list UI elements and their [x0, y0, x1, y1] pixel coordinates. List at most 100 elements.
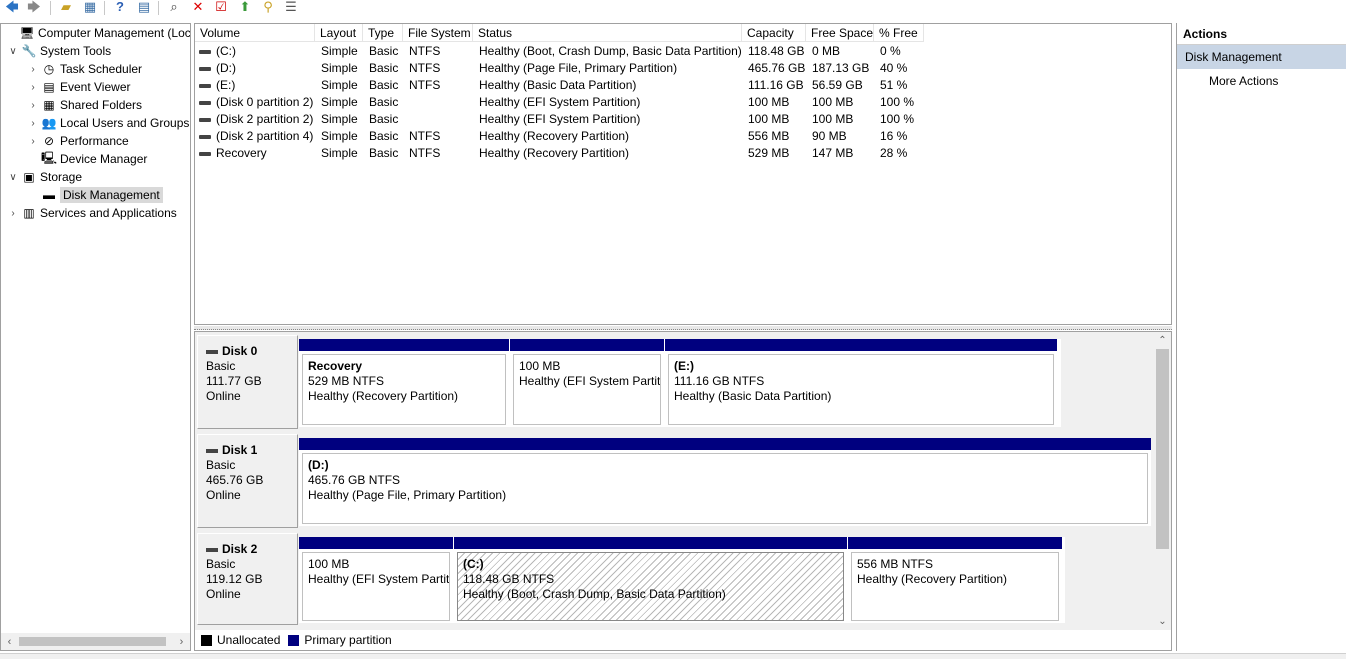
- chevron-down-icon[interactable]: ∨: [7, 46, 19, 57]
- table-cell: Simple: [321, 145, 363, 162]
- tree-task-scheduler[interactable]: › ◷ Task Scheduler: [27, 60, 142, 78]
- arrow-up-icon[interactable]: ⬆: [237, 0, 253, 14]
- tree-horizontal-scrollbar[interactable]: ‹ ›: [1, 633, 190, 650]
- disks-vertical-scrollbar[interactable]: ⌃ ⌄: [1154, 332, 1171, 630]
- partition-block[interactable]: Recovery 529 MB NTFS Healthy (Recovery Par…: [299, 339, 509, 427]
- disk-type: Basic: [206, 359, 236, 373]
- check-icon[interactable]: ☑: [213, 0, 229, 14]
- tree-item-label: Disk Management: [60, 187, 163, 203]
- table-row[interactable]: (Disk 2 partition 2) Simple Basic Healthy (…: [195, 111, 1171, 128]
- scroll-down-icon[interactable]: ⌄: [1154, 613, 1171, 630]
- tree-device-manager[interactable]: 🖳 Device Manager: [27, 150, 147, 168]
- tree-item-label: Local Users and Groups: [60, 116, 190, 130]
- system-tools-icon: 🔧: [21, 44, 37, 58]
- scroll-thumb[interactable]: [19, 637, 166, 646]
- properties-icon[interactable]: ▤: [136, 0, 152, 14]
- chevron-down-icon[interactable]: ∨: [7, 172, 19, 183]
- disk-label-1[interactable]: Disk 1 Basic 465.76 GB Online: [197, 434, 298, 528]
- column-header-layout[interactable]: Layout: [315, 24, 363, 42]
- tree-item-label: System Tools: [40, 44, 112, 58]
- cell-text: Basic: [369, 95, 399, 109]
- delete-icon[interactable]: ✕: [190, 0, 206, 14]
- chevron-right-icon[interactable]: ›: [27, 136, 39, 147]
- tree-performance[interactable]: › ⊘ Performance: [27, 132, 129, 150]
- connect-icon[interactable]: ⌕: [166, 0, 182, 14]
- partition-block[interactable]: 100 MB Healthy (EFI System Partiti: [510, 339, 664, 427]
- partition-block[interactable]: 556 MB NTFS Healthy (Recovery Partition): [848, 537, 1062, 623]
- chevron-right-icon[interactable]: ›: [27, 64, 39, 75]
- column-header--free[interactable]: % Free: [874, 24, 924, 42]
- chevron-right-icon[interactable]: ›: [27, 118, 39, 129]
- partition-size: 111.16 GB NTFS: [674, 374, 765, 388]
- cell-text: Healthy (Boot, Crash Dump, Basic Data Pa…: [479, 44, 742, 58]
- cell-text: 0 MB: [812, 44, 841, 58]
- chevron-right-icon[interactable]: ›: [7, 208, 19, 219]
- disk-name-text: Disk 0: [222, 344, 258, 358]
- list-icon[interactable]: ☰: [283, 0, 299, 14]
- partition-block[interactable]: (C:) 118.48 GB NTFS Healthy (Boot, Crash D…: [454, 537, 847, 623]
- back-icon[interactable]: 🡄: [4, 0, 20, 14]
- show-hide-tree-icon[interactable]: ▦: [82, 0, 98, 14]
- volume-icon: [199, 117, 211, 122]
- pane-splitter[interactable]: [194, 326, 1172, 330]
- scroll-right-icon[interactable]: ›: [173, 633, 190, 650]
- disk-label-2[interactable]: Disk 2 Basic 119.12 GB Online: [197, 533, 298, 625]
- table-cell: NTFS: [409, 60, 473, 77]
- cell-text: (Disk 2 partition 2): [216, 112, 313, 126]
- action-more-actions[interactable]: More Actions: [1177, 69, 1346, 93]
- actions-section-disk-management[interactable]: Disk Management: [1177, 45, 1346, 69]
- column-header-volume[interactable]: Volume: [195, 24, 315, 42]
- table-cell: 147 MB: [812, 145, 874, 162]
- tree-computer-management[interactable]: 🖥 Computer Management (Local: [5, 24, 190, 42]
- tree-system-tools[interactable]: ∨ 🔧 System Tools: [7, 42, 111, 60]
- column-header-type[interactable]: Type: [363, 24, 403, 42]
- search-icon[interactable]: ⚲: [260, 0, 276, 14]
- disk-label-0[interactable]: Disk 0 Basic 111.77 GB Online: [197, 335, 298, 429]
- legend-primary: Primary partition: [288, 633, 392, 647]
- tree-local-users-groups[interactable]: › 👥 Local Users and Groups: [27, 114, 189, 132]
- column-header-free-space[interactable]: Free Space: [806, 24, 874, 42]
- scroll-left-icon[interactable]: ‹: [1, 633, 18, 650]
- table-row[interactable]: (Disk 2 partition 4) Simple Basic NTFS Healt…: [195, 128, 1171, 145]
- table-row[interactable]: (E:) Simple Basic NTFS Healthy (Basic Data P…: [195, 77, 1171, 94]
- scroll-thumb[interactable]: [1156, 349, 1169, 549]
- column-header-capacity[interactable]: Capacity: [742, 24, 806, 42]
- table-cell: 56.59 GB: [812, 77, 874, 94]
- disk-icon: [206, 547, 218, 552]
- help-icon[interactable]: ?: [112, 0, 128, 14]
- partition-block[interactable]: (E:) 111.16 GB NTFS Healthy (Basic Data Pa…: [665, 339, 1057, 427]
- partition-type-bar: [665, 339, 1057, 351]
- tree-services-applications[interactable]: › ▥ Services and Applications: [7, 204, 176, 222]
- tree-event-viewer[interactable]: › ▤ Event Viewer: [27, 78, 130, 96]
- table-row[interactable]: (Disk 0 partition 2) Simple Basic Healthy (…: [195, 94, 1171, 111]
- chevron-right-icon[interactable]: ›: [27, 82, 39, 93]
- table-cell: (Disk 2 partition 4): [199, 128, 313, 145]
- chevron-right-icon[interactable]: ›: [27, 100, 39, 111]
- table-cell: Healthy (Recovery Partition): [479, 145, 742, 162]
- disk-name: Disk 1: [206, 443, 297, 458]
- scroll-up-icon[interactable]: ⌃: [1154, 332, 1171, 349]
- column-header-status[interactable]: Status: [473, 24, 742, 42]
- table-cell: NTFS: [409, 43, 473, 60]
- tree-storage[interactable]: ∨ ▣ Storage: [7, 168, 82, 186]
- column-header-file-system[interactable]: File System: [403, 24, 473, 42]
- up-folder-icon[interactable]: ▰: [58, 0, 74, 14]
- actions-pane: Actions Disk Management More Actions: [1176, 23, 1346, 651]
- partition-block[interactable]: 100 MB Healthy (EFI System Partiti: [299, 537, 453, 623]
- disk-size: 119.12 GB: [206, 572, 263, 586]
- cell-text: 529 MB: [748, 146, 790, 160]
- tree-item-label: Performance: [60, 134, 129, 148]
- toolbar-separator: [158, 1, 159, 15]
- disk-icon: [206, 448, 218, 453]
- table-row[interactable]: Recovery Simple Basic NTFS Healthy (Recovery…: [195, 145, 1171, 162]
- partition-status: Healthy (Basic Data Partition): [674, 389, 832, 403]
- forward-icon[interactable]: 🡆: [26, 0, 42, 14]
- table-cell: 0 %: [880, 43, 924, 60]
- table-cell: 16 %: [880, 128, 924, 145]
- table-row[interactable]: (D:) Simple Basic NTFS Healthy (Page File, P…: [195, 60, 1171, 77]
- tree-disk-management[interactable]: ▬ Disk Management: [27, 186, 163, 204]
- tree-shared-folders[interactable]: › ▦ Shared Folders: [27, 96, 142, 114]
- partition-block[interactable]: (D:) 465.76 GB NTFS Healthy (Page File, Pr…: [299, 438, 1151, 526]
- volume-icon: [199, 66, 211, 71]
- table-row[interactable]: (C:) Simple Basic NTFS Healthy (Boot, Crash …: [195, 43, 1171, 60]
